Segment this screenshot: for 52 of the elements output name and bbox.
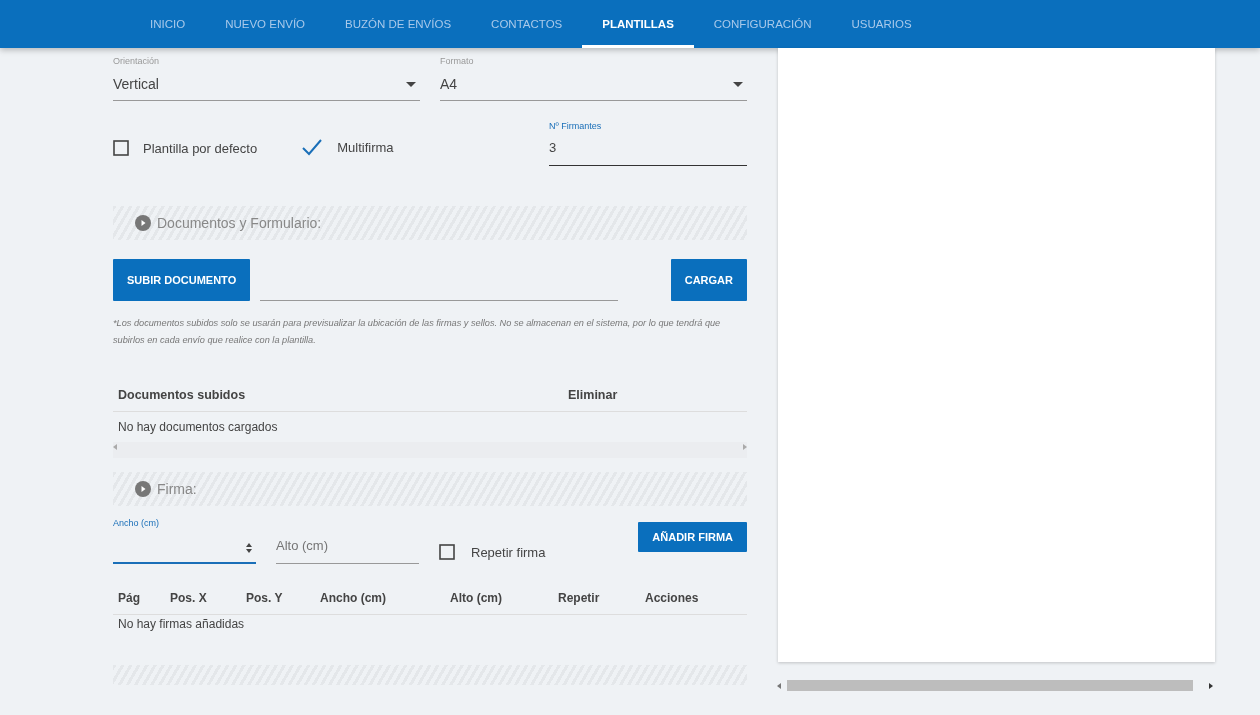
signers-field[interactable]: Nº Firmantes 3 (549, 121, 747, 166)
caret-icon (733, 81, 743, 87)
column-header: Acciones (645, 591, 699, 605)
section-title: Firma: (157, 481, 197, 497)
nav-tab[interactable]: BUZÓN DE ENVÍOS (325, 3, 472, 48)
section-title: Documentos y Formulario: (157, 215, 322, 231)
check-icon[interactable] (301, 138, 324, 156)
field-label: Nº Firmantes (549, 121, 603, 131)
column-header: Ancho (cm) (320, 591, 387, 605)
section-header[interactable]: Firma: (113, 472, 747, 506)
height-field[interactable]: Alto (cm) (276, 538, 419, 564)
scrollbar-thumb[interactable] (787, 680, 1193, 691)
format-select[interactable]: Formato A4 (440, 56, 747, 101)
checkbox[interactable] (113, 140, 129, 156)
section-header[interactable]: Documentos y Formulario: (113, 206, 747, 240)
note-text: *Los documentos subidos solo se usarán para previsualizar la ubicación de las firmas y sellos. No se almacenan en el sistema, por lo que tendrá que subirlos en cada envío que realice con la plantilla. (113, 317, 722, 347)
column-header: Documentos subidos (118, 388, 247, 402)
column-header: Pág (118, 591, 141, 605)
checkbox[interactable] (439, 544, 455, 560)
column-header: Alto (cm) (450, 591, 503, 605)
column-header: Eliminar (568, 388, 618, 402)
checkbox-label: Repetir firma (471, 544, 546, 560)
add-signature-button[interactable]: AÑADIR FIRMA (638, 522, 747, 552)
field-label: Orientación (113, 56, 161, 66)
empty-message: No hay documentos cargados (117, 419, 279, 436)
checkbox-label: Multifirma (337, 139, 394, 155)
field-label: Formato (440, 56, 475, 66)
nav-tab[interactable]: PLANTILLAS (582, 3, 694, 48)
empty-message: No hay firmas añadidas (117, 616, 246, 633)
nav-tab[interactable]: USUARIOS (831, 3, 932, 48)
nav-tab[interactable]: CONFIGURACIÓN (693, 3, 832, 48)
select-value: A4 (440, 76, 458, 92)
field-label: Ancho (cm) (113, 518, 159, 528)
nav-tab[interactable]: INICIO (130, 3, 206, 48)
spinner-icon (246, 543, 252, 553)
select-value: Vertical (113, 76, 159, 92)
column-header: Pos. X (170, 591, 208, 605)
scroll-left-icon[interactable] (777, 682, 781, 689)
upload-button[interactable]: SUBIR DOCUMENTO (113, 259, 251, 301)
load-button[interactable]: CARGAR (670, 259, 747, 301)
column-header: Pos. Y (246, 591, 284, 605)
nav-tab[interactable]: NUEVO ENVÍO (205, 3, 326, 48)
checkbox-label: Plantilla por defecto (143, 140, 258, 156)
caret-icon (406, 81, 416, 87)
column-header: Repetir (558, 591, 601, 605)
width-field[interactable]: Ancho (cm) (113, 514, 256, 564)
field-value: 3 (549, 140, 558, 155)
scroll-right-icon[interactable] (1209, 682, 1213, 689)
play-icon (135, 481, 151, 497)
orientation-select[interactable]: Orientación Vertical (113, 56, 420, 101)
nav-tab[interactable]: CONTACTOS (471, 3, 583, 48)
play-icon (135, 215, 151, 231)
